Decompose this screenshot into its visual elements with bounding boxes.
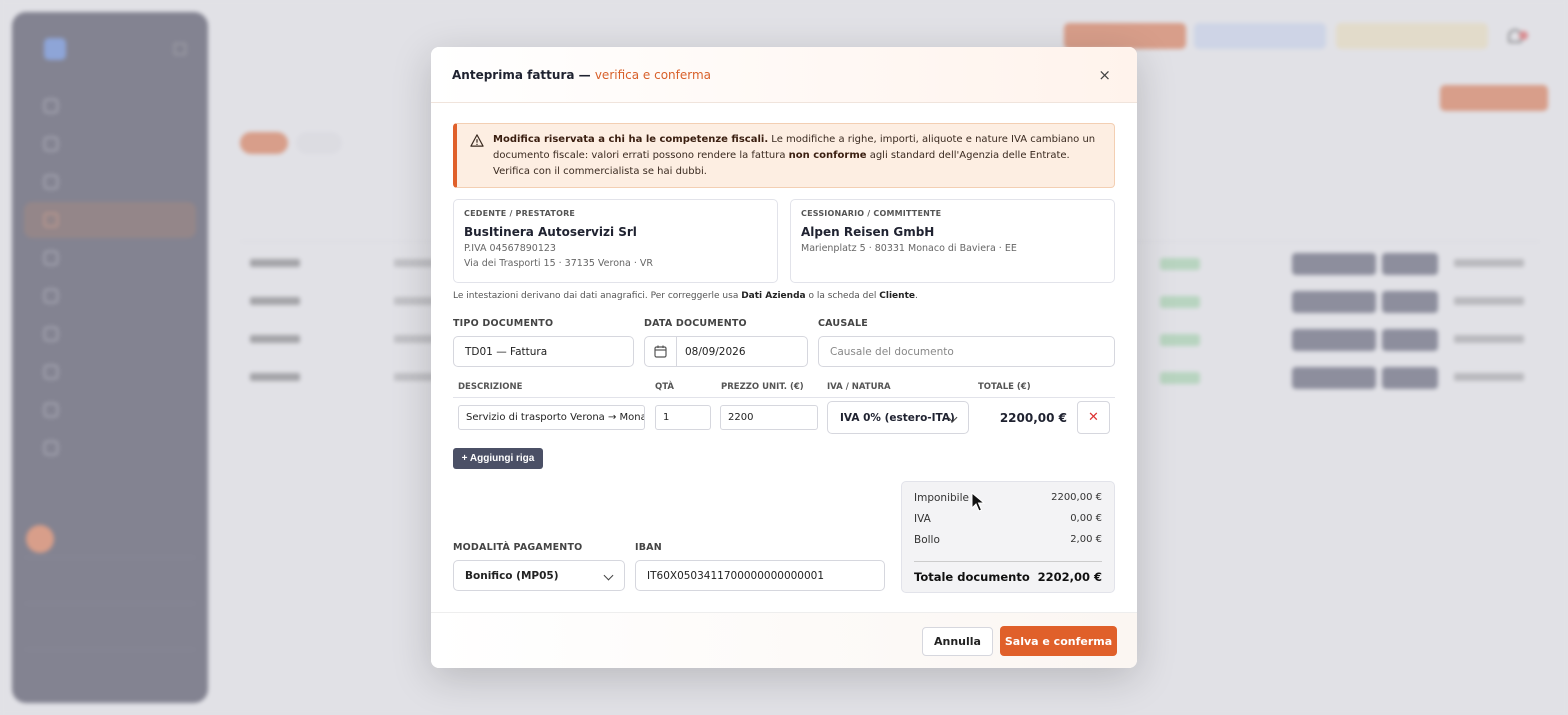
- payment-select[interactable]: Bonifico (MP05): [453, 560, 625, 591]
- total-label: Totale documento: [914, 570, 1030, 584]
- mouse-cursor-icon: [971, 492, 985, 512]
- hint-text-end: .: [914, 291, 918, 301]
- doc-type-label: TIPO DOCUMENTO: [453, 318, 554, 329]
- totals-summary: Imponibile 2200,00 € IVA 0,00 € Bollo 2,00 …: [901, 481, 1115, 593]
- buyer-name: Alpen Reisen GmbH: [801, 225, 935, 239]
- col-price: PREZZO UNIT. (€): [721, 382, 804, 392]
- taxable-label: Imponibile: [914, 492, 969, 504]
- warning-icon: [470, 134, 484, 147]
- chevron-down-icon: [603, 570, 614, 581]
- total-value: 2202,00 €: [1037, 570, 1102, 584]
- summary-stamp: Bollo 2,00 €: [914, 534, 1102, 555]
- doc-date-field[interactable]: 08/09/2026: [644, 336, 808, 367]
- warning-title: Modifica riservata a chi ha le competenz…: [493, 134, 769, 145]
- close-icon[interactable]: ×: [1098, 67, 1111, 83]
- doc-type-value: TD01 — Fattura: [465, 345, 548, 358]
- modal-title-accent: verifica e conferma: [594, 67, 712, 82]
- doc-date-value: 08/09/2026: [685, 345, 746, 358]
- line-vat-select[interactable]: IVA 0% (estero-ITA): [827, 401, 969, 434]
- vat-label: IVA: [914, 513, 931, 525]
- buyer-address: Marienplatz 5 · 80331 Monaco di Baviera …: [801, 243, 1017, 254]
- client-link[interactable]: Cliente: [879, 291, 915, 301]
- add-line-button[interactable]: + Aggiungi riga: [453, 448, 543, 469]
- hint-text: Le intestazioni derivano dai dati anagra…: [453, 291, 742, 301]
- iban-input[interactable]: IT60X0503411700000000000001: [635, 560, 885, 591]
- iban-label: IBAN: [635, 542, 662, 553]
- seller-vat: P.IVA 04567890123: [464, 243, 556, 254]
- line-price-input[interactable]: 2200: [720, 405, 818, 430]
- iban-value: IT60X0503411700000000000001: [647, 569, 825, 582]
- line-qty-input[interactable]: 1: [655, 405, 711, 430]
- company-data-link[interactable]: Dati Azienda: [741, 291, 805, 301]
- col-description: DESCRIZIONE: [458, 382, 523, 392]
- taxable-value: 2200,00 €: [1051, 492, 1102, 503]
- payment-value: Bonifico (MP05): [465, 569, 559, 582]
- seller-name: BusItinera Autoservizi Srl: [464, 225, 637, 239]
- modal-header: Anteprima fattura — verifica e conferma: [431, 47, 1137, 103]
- reason-input[interactable]: Causale del documento: [818, 336, 1115, 367]
- warning-strong: non conforme: [788, 150, 867, 161]
- doc-type-select[interactable]: TD01 — Fattura: [453, 336, 634, 367]
- modal-footer: Annulla Salva e conferma: [431, 612, 1137, 668]
- summary-vat: IVA 0,00 €: [914, 513, 1102, 534]
- header-hint: Le intestazioni derivano dai dati anagra…: [453, 291, 918, 301]
- calendar-icon[interactable]: [645, 337, 677, 366]
- save-confirm-button[interactable]: Salva e conferma: [1000, 626, 1117, 656]
- summary-total: Totale documento 2202,00 €: [914, 561, 1102, 584]
- col-qty: QTÀ: [655, 382, 674, 392]
- invoice-preview-modal: Anteprima fattura — verifica e conferma …: [431, 47, 1137, 668]
- seller-card: CEDENTE / PRESTATORE BusItinera Autoserv…: [453, 199, 778, 283]
- line-description-input[interactable]: Servizio di trasporto Verona → Monaco: [458, 405, 645, 430]
- buyer-label: CESSIONARIO / COMMITTENTE: [801, 209, 942, 218]
- reason-placeholder: Causale del documento: [830, 345, 954, 358]
- stamp-value: 2,00 €: [1070, 534, 1102, 545]
- reason-label: CAUSALE: [818, 318, 868, 329]
- hint-text-mid: o la scheda del: [805, 291, 880, 301]
- seller-address: Via dei Trasporti 15 · 37135 Verona · VR: [464, 258, 654, 269]
- stamp-label: Bollo: [914, 534, 940, 546]
- delete-line-button[interactable]: ✕: [1077, 401, 1110, 434]
- vat-value: 0,00 €: [1070, 513, 1102, 524]
- col-vat: IVA / NATURA: [827, 382, 891, 392]
- cancel-button[interactable]: Annulla: [922, 627, 993, 656]
- col-total: TOTALE (€): [978, 382, 1031, 392]
- table-divider: [453, 397, 1115, 398]
- fiscal-warning: Modifica riservata a chi ha le competenz…: [453, 123, 1115, 188]
- payment-label: MODALITÀ PAGAMENTO: [453, 542, 583, 553]
- line-vat-value: IVA 0% (estero-ITA): [840, 411, 955, 424]
- modal-title: Anteprima fattura —: [452, 67, 591, 82]
- seller-label: CEDENTE / PRESTATORE: [464, 209, 576, 218]
- summary-taxable: Imponibile 2200,00 €: [914, 492, 1102, 513]
- line-total: 2200,00 €: [999, 411, 1067, 425]
- doc-date-label: DATA DOCUMENTO: [644, 318, 747, 329]
- buyer-card: CESSIONARIO / COMMITTENTE Alpen Reisen G…: [790, 199, 1115, 283]
